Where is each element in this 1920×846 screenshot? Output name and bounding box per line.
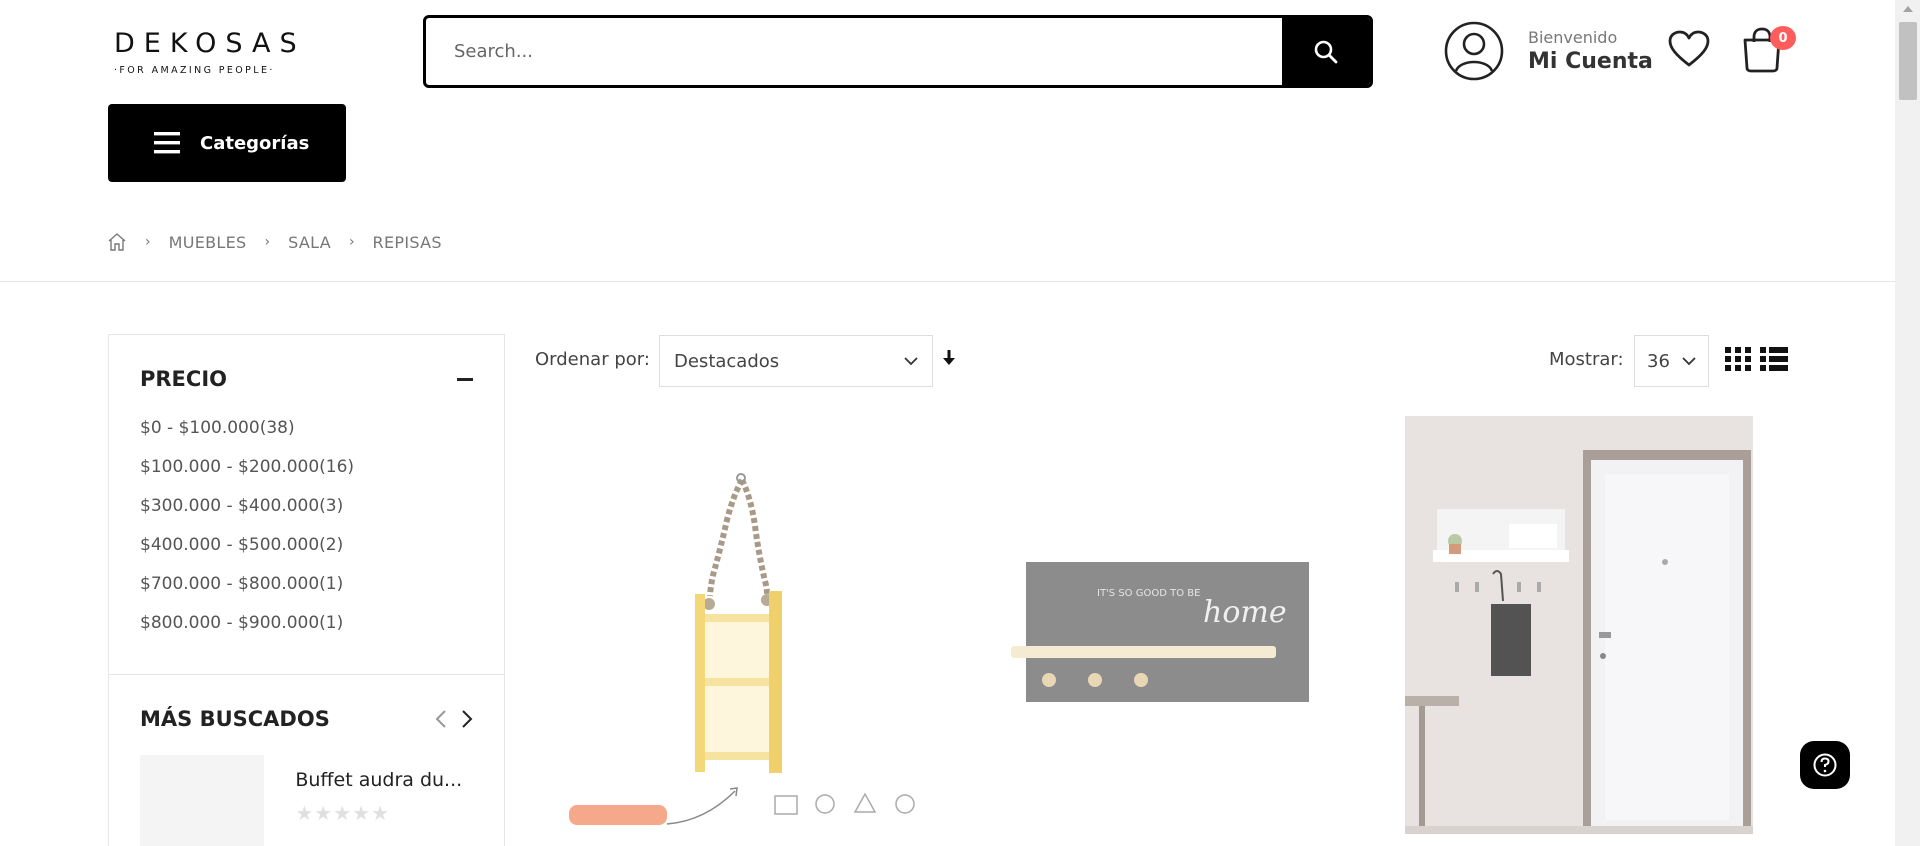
home-icon[interactable] bbox=[107, 232, 127, 252]
price-range-option[interactable]: $100.000 - $200.000(16) bbox=[140, 448, 473, 487]
product-card-entry-shelf[interactable] bbox=[1405, 416, 1753, 834]
product-image: IT'S SO GOOD TO BE home bbox=[1011, 562, 1309, 702]
cart-count-badge: 0 bbox=[1770, 26, 1796, 50]
chevron-right-icon: › bbox=[348, 234, 355, 250]
welcome-text: Bienvenido bbox=[1528, 28, 1618, 47]
chevron-left-icon[interactable] bbox=[435, 709, 447, 729]
categories-label: Categorías bbox=[200, 132, 310, 154]
user-icon bbox=[1444, 21, 1504, 81]
price-range-option[interactable]: $700.000 - $800.000(1) bbox=[140, 565, 473, 604]
heart-icon bbox=[1668, 30, 1710, 67]
product-card-home-shelf[interactable]: IT'S SO GOOD TO BE home bbox=[1007, 556, 1310, 706]
price-range-list: $0 - $100.000(38) $100.000 - $200.000(16… bbox=[140, 409, 473, 643]
account-link[interactable]: Bienvenido Mi Cuenta bbox=[1444, 21, 1653, 81]
show-count-select[interactable]: 36 bbox=[1634, 335, 1709, 387]
product-card-hanging-shelf[interactable] bbox=[555, 416, 925, 836]
product-image bbox=[1405, 416, 1753, 834]
chevron-right-icon: › bbox=[264, 234, 271, 250]
sort-value: Destacados bbox=[674, 350, 780, 372]
chevron-down-icon bbox=[1682, 356, 1696, 365]
product-image-script: home bbox=[1203, 595, 1287, 630]
price-range-option[interactable]: $800.000 - $900.000(1) bbox=[140, 604, 473, 643]
most-searched-widget: MÁS BUSCADOS Buffet audra du... ★★★★★ bbox=[109, 675, 504, 846]
categories-button[interactable]: Categorías bbox=[108, 104, 346, 182]
product-name[interactable]: Buffet audra du... bbox=[295, 769, 473, 791]
product-image bbox=[569, 473, 915, 825]
collapse-icon[interactable] bbox=[457, 377, 473, 381]
account-label: Mi Cuenta bbox=[1528, 49, 1653, 74]
search-bar bbox=[423, 15, 1373, 88]
grid-view-icon[interactable] bbox=[1725, 347, 1751, 371]
breadcrumb-link-sala[interactable]: SALA bbox=[288, 233, 331, 252]
chevron-right-icon: › bbox=[145, 234, 151, 250]
search-input[interactable] bbox=[426, 18, 1282, 85]
help-icon bbox=[1813, 753, 1837, 777]
show-count-value: 36 bbox=[1647, 350, 1670, 372]
hamburger-icon bbox=[154, 132, 180, 154]
header-divider bbox=[0, 281, 1895, 282]
sort-label: Ordenar por: bbox=[535, 349, 650, 370]
search-button[interactable] bbox=[1282, 18, 1370, 85]
scrollbar-thumb[interactable] bbox=[1899, 22, 1917, 100]
scroll-up-arrow-icon[interactable] bbox=[1903, 6, 1913, 12]
logo-text: DEKOSAS bbox=[114, 28, 306, 59]
breadcrumb: › MUEBLES › SALA › REPISAS bbox=[107, 232, 442, 252]
logo[interactable]: DEKOSAS ·FOR AMAZING PEOPLE· bbox=[114, 28, 306, 76]
price-range-option[interactable]: $400.000 - $500.000(2) bbox=[140, 526, 473, 565]
product-thumbnail[interactable] bbox=[140, 755, 265, 846]
breadcrumb-link-muebles[interactable]: MUEBLES bbox=[169, 233, 247, 252]
most-searched-title: MÁS BUSCADOS bbox=[140, 707, 330, 731]
chevron-right-icon[interactable] bbox=[461, 709, 473, 729]
price-filter: PRECIO $0 - $100.000(38) $100.000 - $200… bbox=[109, 335, 504, 675]
filter-sidebar: PRECIO $0 - $100.000(38) $100.000 - $200… bbox=[108, 334, 505, 846]
help-button[interactable] bbox=[1800, 741, 1850, 789]
product-image-text: IT'S SO GOOD TO BE bbox=[1097, 588, 1200, 599]
most-searched-item[interactable]: Buffet audra du... ★★★★★ bbox=[140, 755, 473, 846]
price-filter-title: PRECIO bbox=[140, 367, 227, 391]
logo-tagline: ·FOR AMAZING PEOPLE· bbox=[114, 65, 275, 76]
breadcrumb-link-repisas[interactable]: REPISAS bbox=[373, 233, 442, 252]
wishlist-button[interactable] bbox=[1668, 30, 1710, 72]
sort-direction-icon[interactable] bbox=[943, 350, 955, 366]
price-range-option[interactable]: $0 - $100.000(38) bbox=[140, 409, 473, 448]
chevron-down-icon bbox=[904, 356, 918, 365]
show-count-label: Mostrar: bbox=[1549, 349, 1624, 370]
sort-select[interactable]: Destacados bbox=[659, 335, 933, 387]
list-view-icon[interactable] bbox=[1760, 347, 1788, 371]
search-icon bbox=[1314, 40, 1338, 63]
star-rating: ★★★★★ bbox=[295, 801, 391, 825]
scrollbar-track[interactable] bbox=[1895, 0, 1920, 846]
price-range-option[interactable]: $300.000 - $400.000(3) bbox=[140, 487, 473, 526]
